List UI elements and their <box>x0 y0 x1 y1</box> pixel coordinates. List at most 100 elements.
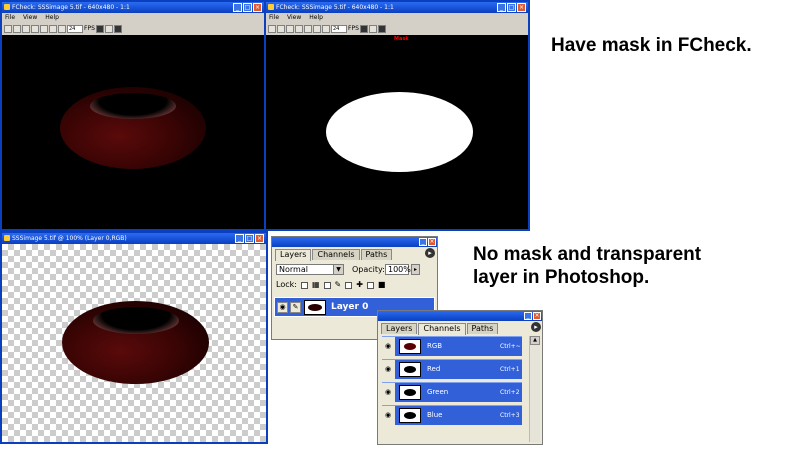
menu-file[interactable]: File <box>5 13 15 22</box>
title-bar[interactable]: FCheck: SSSimage 5.tif - 640x480 - 1:1 _… <box>2 2 264 13</box>
step-back-icon[interactable] <box>277 24 285 33</box>
maximize-icon[interactable]: □ <box>507 3 516 12</box>
close-icon[interactable]: × <box>255 234 264 243</box>
close-icon[interactable]: × <box>428 238 436 246</box>
eye-icon[interactable]: ◉ <box>381 383 395 402</box>
channel-name: RGB <box>427 342 443 350</box>
brush-icon[interactable]: ✎ <box>290 302 301 313</box>
panel-title-bar[interactable]: _ × <box>272 237 437 247</box>
channel-row[interactable]: ◉ Green Ctrl+2 <box>381 382 522 402</box>
zoom-mode-icon[interactable] <box>377 24 386 33</box>
channel-name: Red <box>427 365 441 373</box>
channel-shortcut: Ctrl+3 <box>500 412 520 419</box>
rgb-mode-icon[interactable] <box>359 24 368 33</box>
close-icon[interactable]: × <box>253 3 262 12</box>
fcheck-window-right: FCheck: SSSimage 5.tif - 640x480 - 1:1 _… <box>264 0 530 231</box>
menu-bar: File View Help <box>266 13 528 22</box>
scrollbar[interactable]: ▲ <box>529 336 540 442</box>
menu-help[interactable]: Help <box>45 13 59 22</box>
move-icon: ✚ <box>356 280 363 289</box>
eye-icon[interactable]: ◉ <box>277 302 288 313</box>
palette-menu-arrow-icon[interactable]: ▸ <box>531 322 541 332</box>
playback-toolbar: 24 FPS <box>2 22 264 35</box>
step-back-icon[interactable] <box>13 24 21 33</box>
tab-channels[interactable]: Channels <box>418 323 466 335</box>
minimize-icon[interactable]: _ <box>235 234 244 243</box>
stop-icon[interactable] <box>295 24 303 33</box>
eye-icon[interactable]: ◉ <box>381 337 395 356</box>
window-controls: _ □ × <box>233 3 262 12</box>
tab-paths[interactable]: Paths <box>360 249 393 260</box>
tab-layers[interactable]: Layers <box>275 249 312 261</box>
channel-shortcut: Ctrl+~ <box>500 343 521 350</box>
alpha-mode-icon[interactable] <box>368 24 377 33</box>
title-bar[interactable]: SSSimage 5.tif @ 100% (Layer 0,RGB) _ □ … <box>2 233 266 244</box>
menu-view[interactable]: View <box>23 13 37 22</box>
menu-file[interactable]: File <box>269 13 279 22</box>
menu-view[interactable]: View <box>287 13 301 22</box>
stop-icon[interactable] <box>31 24 39 33</box>
minimize-icon[interactable]: _ <box>233 3 242 12</box>
step-forward-icon[interactable] <box>49 24 57 33</box>
channels-panel: _ × Layers Channels Paths ▸ ◉ RGB Ctrl+~… <box>377 310 543 445</box>
opacity-input[interactable]: 100% <box>385 264 411 275</box>
app-icon <box>4 235 10 241</box>
maximize-icon[interactable]: □ <box>243 3 252 12</box>
title-bar[interactable]: FCheck: SSSimage 5.tif - 640x480 - 1:1 _… <box>266 2 528 13</box>
photoshop-caption-line1: No mask and transparent <box>473 244 702 265</box>
fps-input[interactable]: 24 <box>67 24 83 33</box>
maximize-icon[interactable]: □ <box>245 234 254 243</box>
tab-channels[interactable]: Channels <box>312 249 360 260</box>
lock-all-checkbox[interactable] <box>366 281 374 289</box>
window-controls: _ □ × <box>497 3 526 12</box>
channel-name: Blue <box>427 411 443 419</box>
torus-hole <box>90 93 176 119</box>
minimize-icon[interactable]: _ <box>497 3 506 12</box>
rgb-mode-icon[interactable] <box>95 24 104 33</box>
palette-menu-arrow-icon[interactable]: ▸ <box>425 248 435 258</box>
minimize-icon[interactable]: _ <box>419 238 427 246</box>
blend-mode-select[interactable]: Normal ▼ <box>276 264 344 275</box>
play-icon[interactable] <box>40 24 48 33</box>
last-frame-icon[interactable] <box>322 24 330 33</box>
alpha-mode-icon[interactable] <box>104 24 113 33</box>
last-frame-icon[interactable] <box>58 24 66 33</box>
fps-input[interactable]: 24 <box>331 24 347 33</box>
opacity-label: Opacity: <box>352 265 385 274</box>
play-back-icon[interactable] <box>286 24 294 33</box>
opacity-slider-arrow-icon[interactable]: ▸ <box>411 264 420 275</box>
eye-icon[interactable]: ◉ <box>381 360 395 379</box>
play-icon[interactable] <box>304 24 312 33</box>
step-forward-icon[interactable] <box>313 24 321 33</box>
playback-toolbar: 24 FPS <box>266 22 528 35</box>
torus-hole <box>93 307 179 334</box>
app-icon <box>268 4 274 10</box>
minimize-icon[interactable]: _ <box>524 312 532 320</box>
panel-title-bar[interactable]: _ × <box>378 311 542 321</box>
lock-row: Lock: ▦ ✎ ✚ ■ <box>276 280 385 290</box>
lock-transparency-checkbox[interactable] <box>300 281 308 289</box>
channel-shortcut: Ctrl+1 <box>500 366 520 373</box>
menu-help[interactable]: Help <box>309 13 323 22</box>
first-frame-icon[interactable] <box>268 24 276 33</box>
eye-icon[interactable]: ◉ <box>381 406 395 425</box>
close-icon[interactable]: × <box>533 312 541 320</box>
lock-position-checkbox[interactable] <box>345 281 353 289</box>
scroll-up-icon[interactable]: ▲ <box>530 336 540 345</box>
play-back-icon[interactable] <box>22 24 30 33</box>
fps-label: FPS <box>348 25 359 32</box>
close-icon[interactable]: × <box>517 3 526 12</box>
first-frame-icon[interactable] <box>4 24 12 33</box>
channel-row[interactable]: ◉ Red Ctrl+1 <box>381 359 522 379</box>
channel-row[interactable]: ◉ RGB Ctrl+~ <box>381 336 522 356</box>
layer-thumbnail <box>304 300 326 315</box>
lock-image-checkbox[interactable] <box>323 281 331 289</box>
transparent-canvas[interactable] <box>2 244 266 442</box>
zoom-mode-icon[interactable] <box>113 24 122 33</box>
tab-paths[interactable]: Paths <box>466 323 499 334</box>
fps-label: FPS <box>84 25 95 32</box>
channel-thumbnail <box>399 339 421 354</box>
channel-shortcut: Ctrl+2 <box>500 389 520 396</box>
tab-layers[interactable]: Layers <box>381 323 418 334</box>
channel-row[interactable]: ◉ Blue Ctrl+3 <box>381 405 522 425</box>
